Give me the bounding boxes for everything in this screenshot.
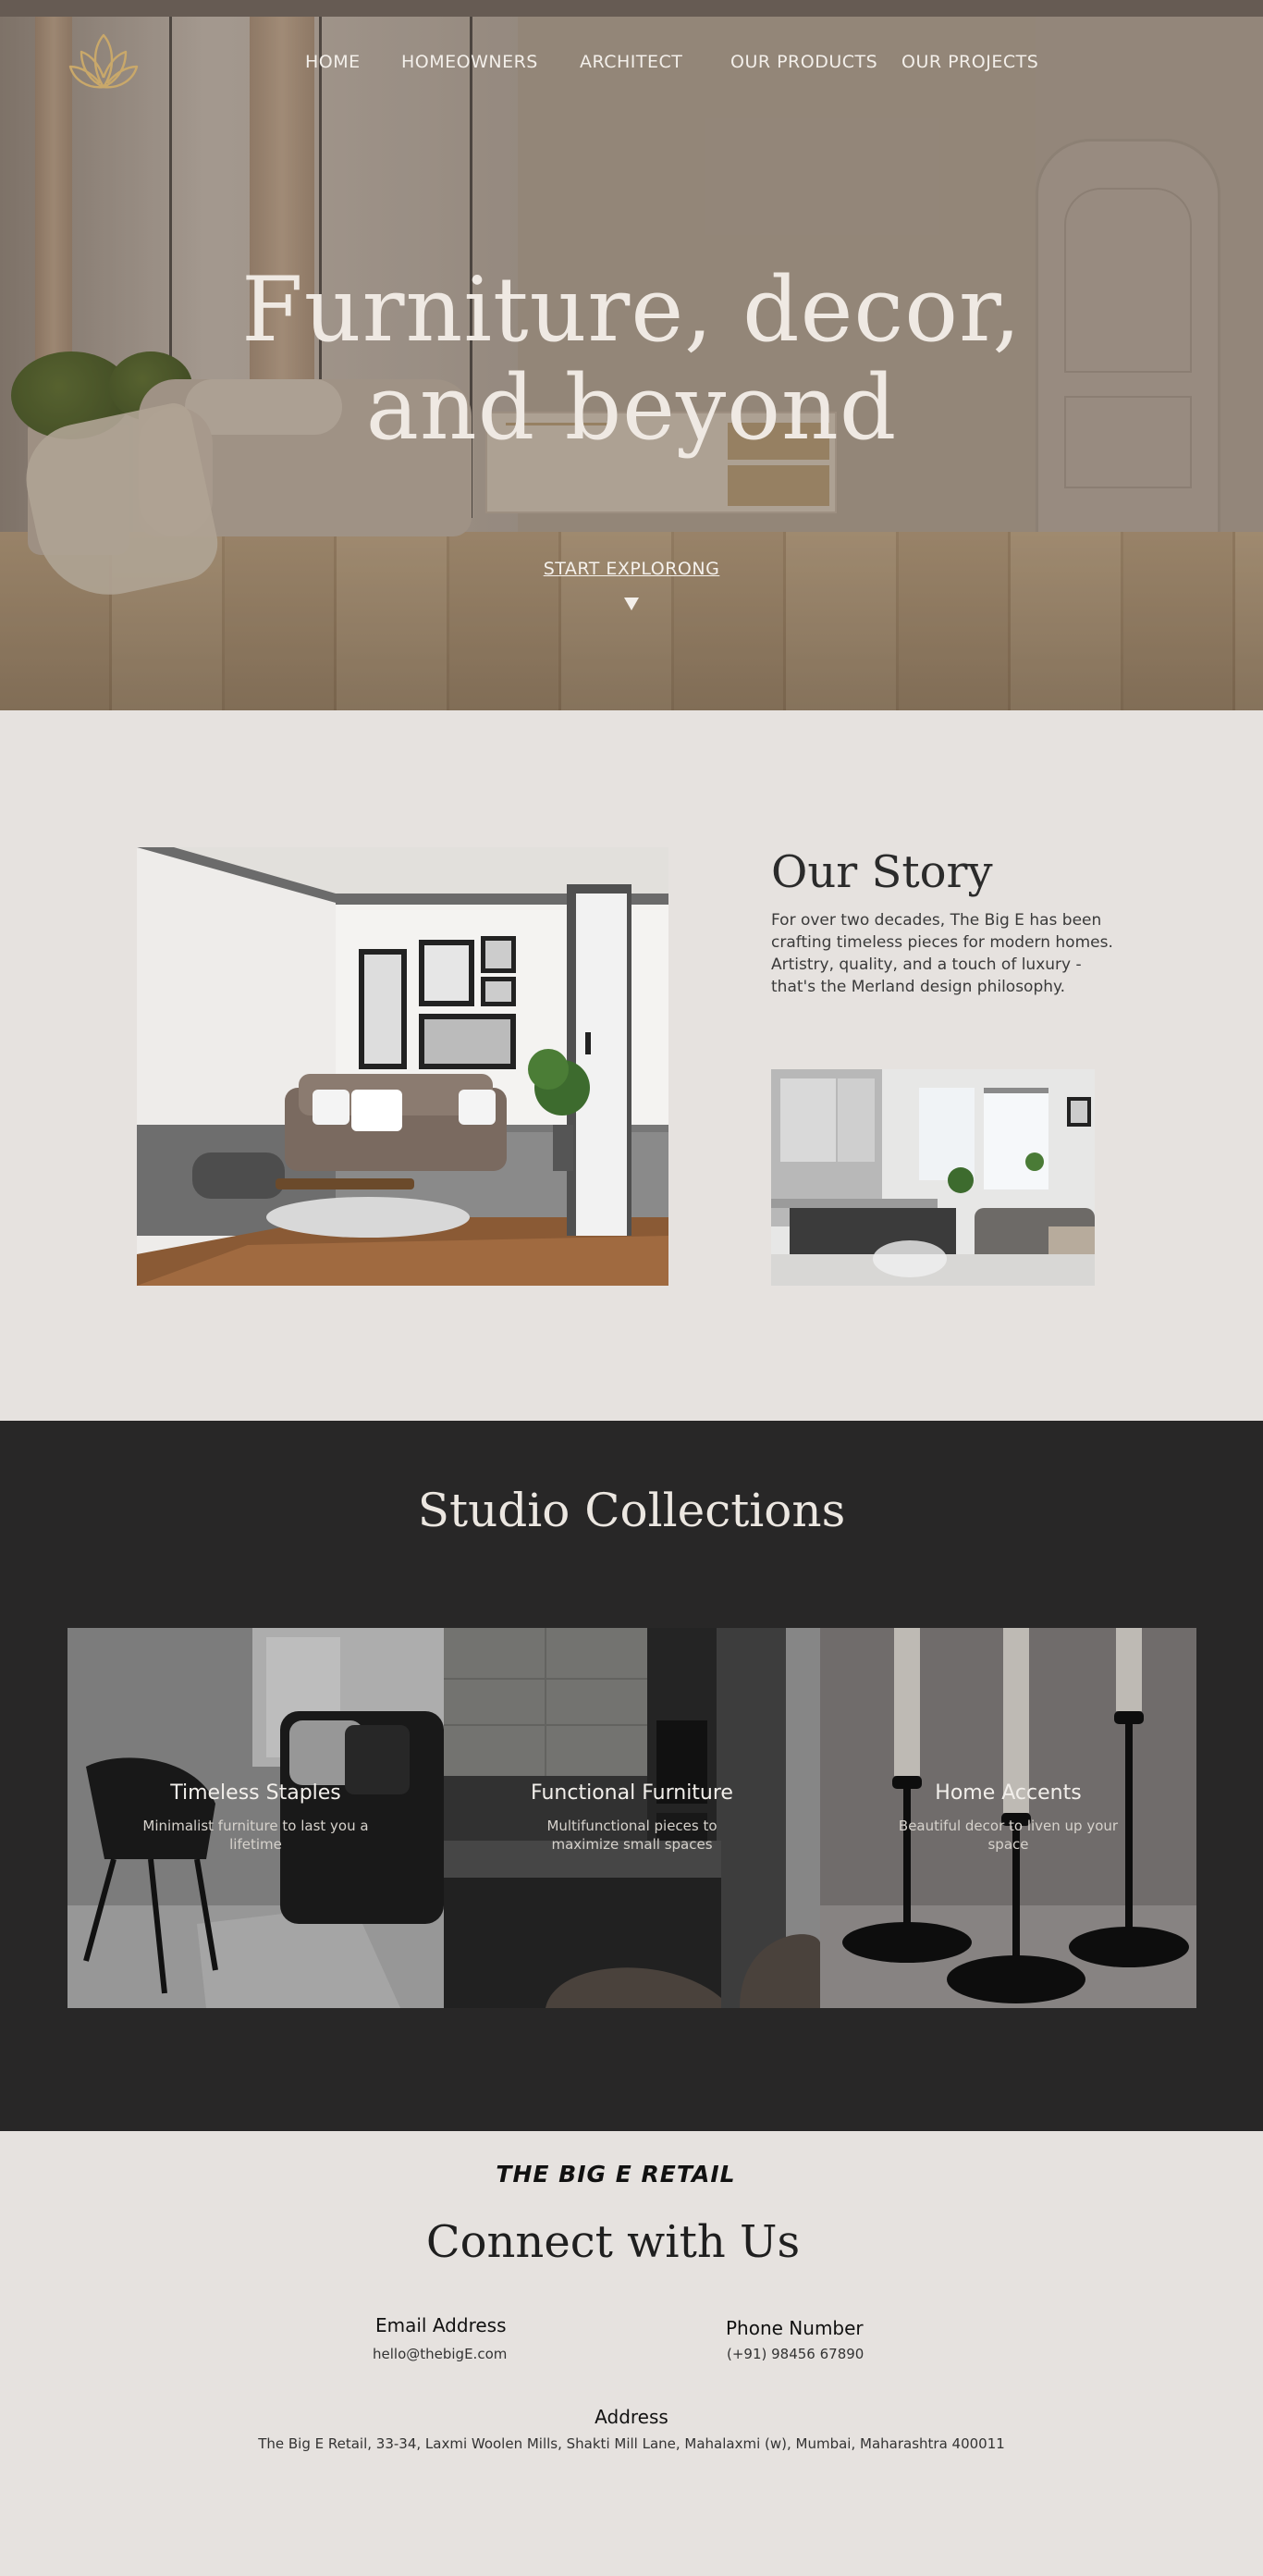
address-label: Address <box>595 2406 668 2428</box>
nav-home[interactable]: HOME <box>305 52 361 72</box>
story-living-room-image <box>137 847 668 1286</box>
start-exploring-link[interactable]: START EXPLORONG <box>518 559 745 579</box>
card-description: Minimalist furniture to last you a lifet… <box>142 1818 369 1853</box>
story-title: Our Story <box>771 846 993 898</box>
collections-title: Studio Collections <box>417 1484 846 1537</box>
brand-name: THE BIG E RETAIL <box>496 2161 736 2188</box>
story-kitchen-image <box>771 1069 1095 1286</box>
phone-label: Phone Number <box>726 2317 864 2339</box>
card-title: Home Accents <box>935 1781 1082 1805</box>
arrow-down-icon[interactable] <box>622 596 641 612</box>
collection-card-home-accents[interactable]: Home Accents Beautiful decor to liven up… <box>820 1628 1196 2008</box>
nav-homeowners[interactable]: HOMEOWNERS <box>401 52 538 72</box>
nav-architect[interactable]: ARCHITECT <box>580 52 682 72</box>
hero-title-line1: Furniture, decor, <box>241 258 1022 362</box>
card-title: Functional Furniture <box>531 1781 733 1805</box>
email-link[interactable]: hello@thebigE.com <box>373 2346 507 2362</box>
connect-title: Connect with Us <box>425 2216 801 2268</box>
card-description: Beautiful decor to liven up your space <box>898 1818 1119 1853</box>
collection-card-timeless-staples[interactable]: Timeless Staples Minimalist furniture to… <box>67 1628 444 2008</box>
address-text: The Big E Retail, 33-34, Laxmi Woolen Mi… <box>258 2435 1005 2452</box>
card-title: Timeless Staples <box>170 1781 341 1805</box>
hero-title: Furniture, decor, and beyond <box>169 261 1094 457</box>
email-label: Email Address <box>375 2314 507 2336</box>
card-description: Multifunctional pieces to maximize small… <box>546 1818 717 1853</box>
nav-our-products[interactable]: OUR PRODUCTS <box>730 52 877 72</box>
nav-our-projects[interactable]: OUR PROJECTS <box>901 52 1038 72</box>
phone-link[interactable]: (+91) 98456 67890 <box>727 2346 864 2362</box>
collection-card-functional-furniture[interactable]: Functional Furniture Multifunctional pie… <box>444 1628 820 2008</box>
main-nav: HOME HOMEOWNERS ARCHITECT OUR PRODUCTS O… <box>0 52 1263 74</box>
hero-title-line2: and beyond <box>365 356 898 460</box>
story-text: For over two decades, The Big E has been… <box>771 911 1113 996</box>
